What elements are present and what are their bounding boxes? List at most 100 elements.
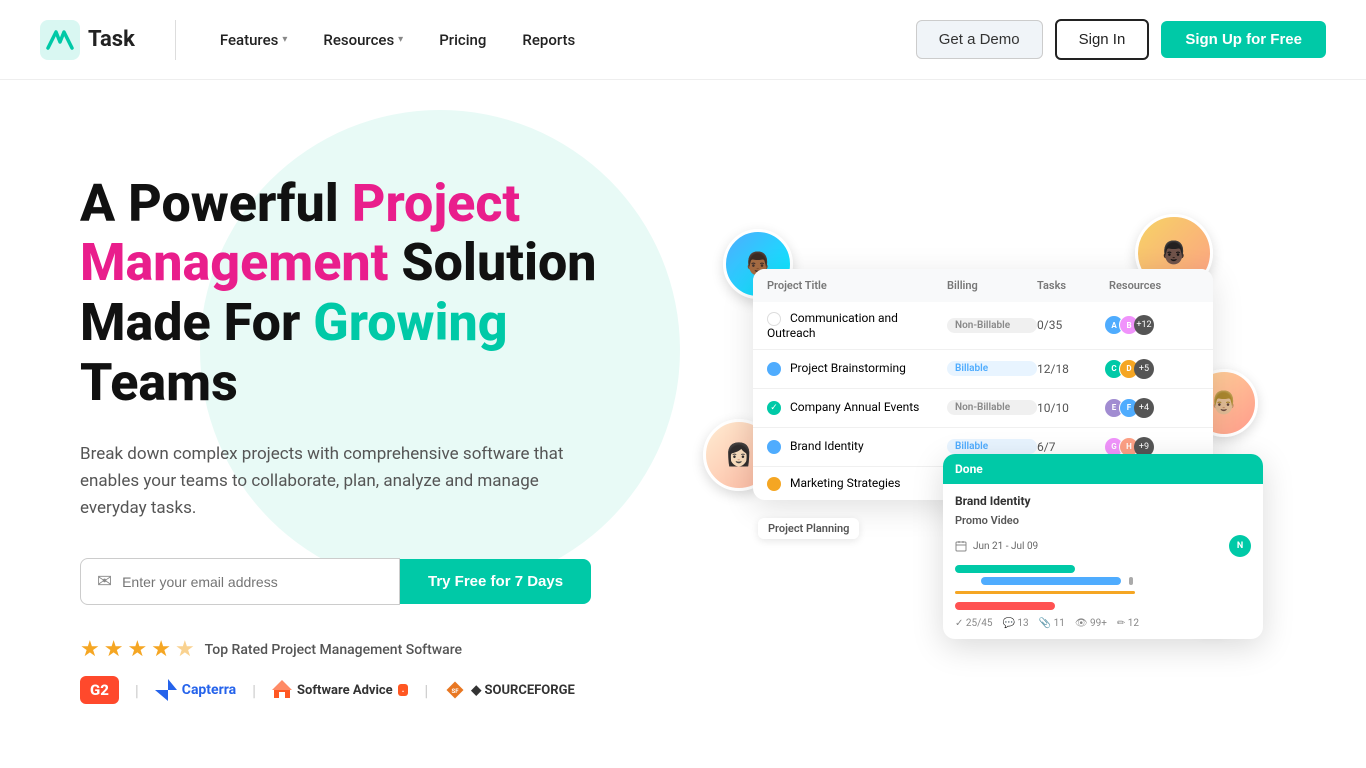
row4-billing: Billable (947, 439, 1037, 454)
star-4: ★ (151, 637, 171, 662)
sourceforge-icon: SF (444, 679, 466, 701)
row2-billing: Billable (947, 361, 1037, 376)
gantt-bar-green (955, 565, 1075, 573)
nav-pricing[interactable]: Pricing (425, 23, 500, 57)
gantt-bar-red (955, 602, 1055, 610)
capterra-badge: Capterra (155, 679, 236, 701)
software-advice-tag: . (398, 684, 409, 696)
stat-attachments: 📎 11 (1039, 618, 1065, 629)
stat-views: 👁 99+ (1075, 618, 1107, 629)
logo-text: Task (88, 27, 135, 52)
ratings-area: ★ ★ ★ ★ ★ Top Rated Project Management S… (80, 637, 660, 704)
rating-label: Top Rated Project Management Software (205, 642, 462, 658)
star-1: ★ (80, 637, 100, 662)
nav-features[interactable]: Features ▾ (206, 23, 302, 57)
badges-row: G2 | Capterra | (80, 676, 660, 704)
g2-badge: G2 (80, 676, 119, 704)
detail-title: Brand Identity (955, 494, 1251, 508)
detail-header: Done (943, 454, 1263, 484)
badge-divider-2: | (252, 681, 256, 700)
table-header: Project Title Billing Tasks Resources (753, 269, 1213, 302)
stat-progress: ✓ 25/45 (955, 618, 992, 629)
hero-title: A Powerful Project Management Solution M… (80, 174, 660, 413)
date-range: Jun 21 - Jul 09 (973, 541, 1038, 552)
col-billing: Billing (947, 279, 1037, 292)
email-input[interactable] (122, 574, 383, 590)
row3-name: ✓ Company Annual Events (767, 400, 947, 415)
row5-name: Marketing Strategies (767, 476, 947, 491)
stat-edits: ✏ 12 (1117, 618, 1139, 629)
detail-date: Jun 21 - Jul 09 N (955, 535, 1251, 557)
chevron-down-icon: ▾ (398, 34, 403, 45)
svg-text:SF: SF (452, 688, 460, 695)
row3-resources: E F +4 (1109, 398, 1199, 418)
capterra-icon (155, 679, 177, 701)
table-row: ✓ Company Annual Events Non-Billable 10/… (753, 389, 1213, 428)
detail-stats: ✓ 25/45 💬 13 📎 11 👁 99+ ✏ 12 (955, 618, 1251, 629)
capterra-label: Capterra (182, 682, 236, 698)
row2-tasks: 12/18 (1037, 362, 1109, 376)
col-tasks: Tasks (1037, 279, 1109, 292)
try-free-button[interactable]: Try Free for 7 Days (400, 559, 591, 604)
row2-name: Project Brainstorming (767, 361, 947, 376)
row4-name: Brand Identity (767, 439, 947, 454)
planning-label: Project Planning (758, 518, 859, 539)
star-5: ★ (175, 637, 195, 662)
gantt-area (955, 565, 1251, 610)
detail-subtitle: Promo Video (955, 514, 1251, 527)
gantt-row-2 (955, 577, 1251, 585)
sign-in-button[interactable]: Sign In (1055, 19, 1150, 60)
col-project-title: Project Title (767, 279, 947, 292)
logo[interactable]: Task (40, 20, 135, 60)
table-row: Communication and Outreach Non-Billable … (753, 302, 1213, 350)
software-advice-badge: Software Advice . (272, 680, 408, 700)
hero-left: A Powerful Project Management Solution M… (80, 174, 660, 705)
software-advice-icon (272, 680, 292, 700)
ntask-logo-icon (40, 20, 80, 60)
star-2: ★ (104, 637, 124, 662)
nav-reports[interactable]: Reports (508, 23, 589, 57)
nav-buttons: Get a Demo Sign In Sign Up for Free (916, 19, 1326, 60)
col-resources: Resources (1109, 279, 1199, 292)
detail-card: Done Brand Identity Promo Video Jun 21 -… (943, 454, 1263, 639)
row1-tasks: 0/35 (1037, 318, 1109, 332)
gantt-row-1 (955, 565, 1251, 573)
nav-divider (175, 20, 176, 60)
email-cta-row: ✉ Try Free for 7 Days (80, 558, 660, 605)
hero-right: 👨🏾 👨🏿 👩🏻 👨🏼 👨🏽 Project Title Billing Tas… (660, 219, 1306, 659)
nav-resources[interactable]: Resources ▾ (309, 23, 417, 57)
badge-divider-1: | (135, 681, 139, 700)
star-rating: ★ ★ ★ ★ ★ (80, 637, 195, 662)
detail-body: Brand Identity Promo Video Jun 21 - Jul … (943, 484, 1263, 639)
email-icon: ✉ (97, 571, 112, 592)
row1-billing: Non-Billable (947, 318, 1037, 333)
gantt-bar-orange (955, 591, 1135, 594)
row4-tasks: 6/7 (1037, 440, 1109, 454)
row3-billing: Non-Billable (947, 400, 1037, 415)
table-row: Project Brainstorming Billable 12/18 C D… (753, 350, 1213, 389)
email-input-wrap: ✉ (80, 558, 400, 605)
nav-links: Features ▾ Resources ▾ Pricing Reports (206, 23, 916, 57)
assignee-avatar: N (1229, 535, 1251, 557)
row1-name: Communication and Outreach (767, 311, 947, 340)
calendar-icon (955, 540, 967, 552)
badge-divider-3: | (424, 681, 428, 700)
sourceforge-badge: SF ◆ SOURCEFORGE (444, 679, 575, 701)
row3-tasks: 10/10 (1037, 401, 1109, 415)
sign-up-button[interactable]: Sign Up for Free (1161, 21, 1326, 58)
hero-subtitle: Break down complex projects with compreh… (80, 441, 600, 523)
chevron-down-icon: ▾ (282, 34, 287, 45)
software-advice-label: Software Advice (297, 683, 393, 698)
stat-comments: 💬 13 (1002, 618, 1028, 629)
hero-section: A Powerful Project Management Solution M… (0, 80, 1366, 768)
gantt-bar-blue (981, 577, 1121, 585)
navbar: Task Features ▾ Resources ▾ Pricing Repo… (0, 0, 1366, 80)
row1-resources: A B +12 (1109, 315, 1199, 335)
get-demo-button[interactable]: Get a Demo (916, 20, 1043, 59)
star-3: ★ (127, 637, 147, 662)
g2-logo: G2 (80, 676, 119, 704)
row2-resources: C D +5 (1109, 359, 1199, 379)
stars-row: ★ ★ ★ ★ ★ Top Rated Project Management S… (80, 637, 660, 662)
dashboard-mockup: 👨🏾 👨🏿 👩🏻 👨🏼 👨🏽 Project Title Billing Tas… (703, 219, 1263, 659)
sourceforge-label: ◆ SOURCEFORGE (471, 683, 575, 698)
